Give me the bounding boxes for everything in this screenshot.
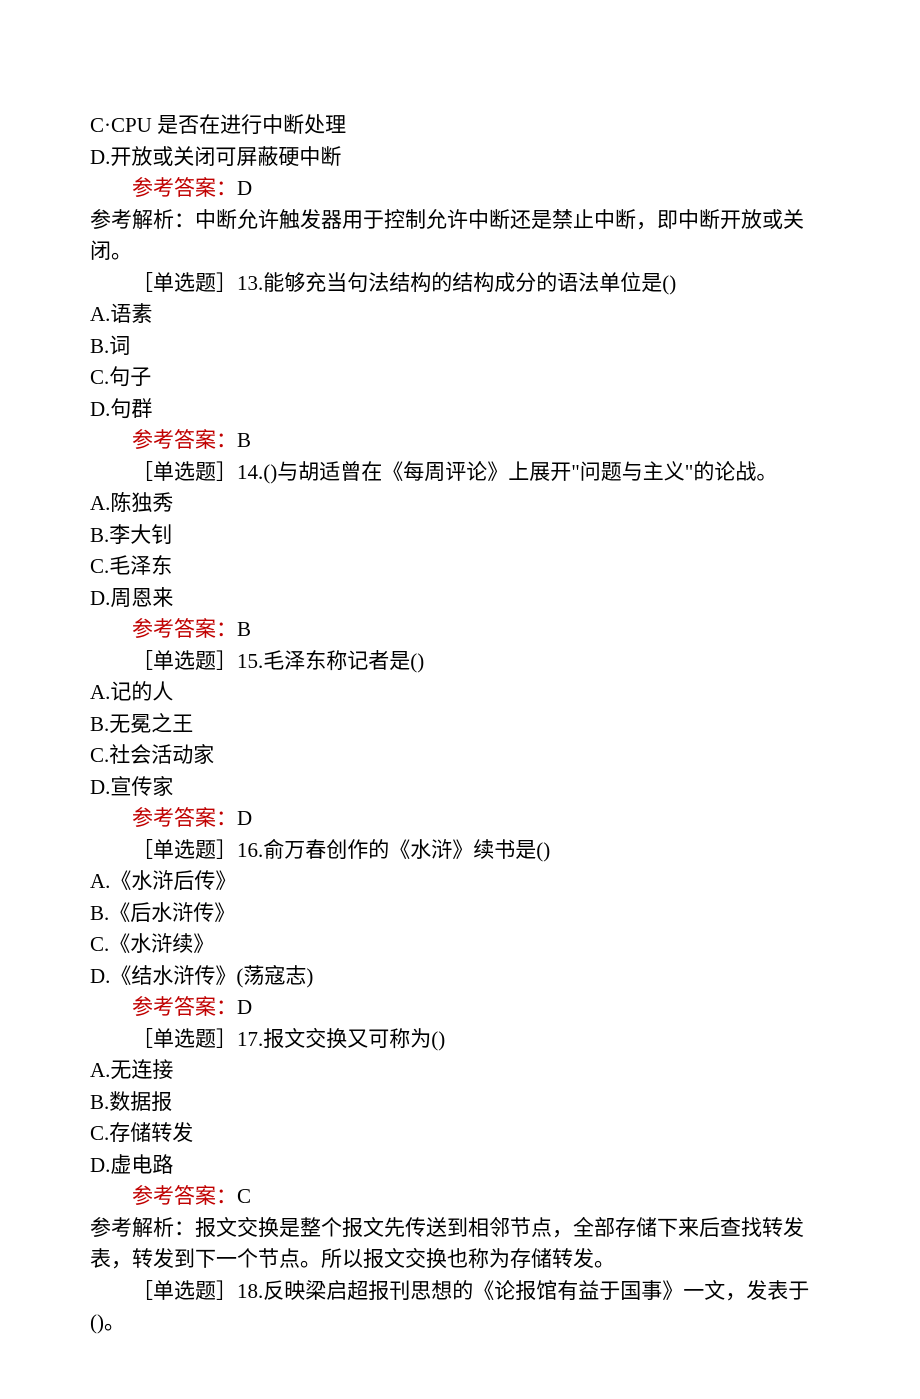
option-c: C.《水浒续》	[90, 929, 830, 961]
question-stem: ［单选题］16.俞万春创作的《水浒》续书是()	[90, 835, 830, 867]
answer-label: 参考答案：	[132, 428, 237, 452]
answer-label: 参考答案：	[132, 617, 237, 641]
answer-line: 参考答案：B	[90, 425, 830, 457]
option-d: D.宣传家	[90, 772, 830, 804]
option-a: A.陈独秀	[90, 488, 830, 520]
answer-label: 参考答案：	[132, 176, 237, 200]
option-b: B.数据报	[90, 1087, 830, 1119]
option-d: D.句群	[90, 394, 830, 426]
question-stem: ［单选题］15.毛泽东称记者是()	[90, 646, 830, 678]
option-b: B.词	[90, 331, 830, 363]
answer-label: 参考答案：	[132, 995, 237, 1019]
option-d: D.周恩来	[90, 583, 830, 615]
option-b: B.李大钊	[90, 520, 830, 552]
answer-line: 参考答案：D	[90, 992, 830, 1024]
answer-value: D	[237, 176, 252, 200]
answer-value: B	[237, 428, 251, 452]
option-d: D.虚电路	[90, 1150, 830, 1182]
answer-label: 参考答案：	[132, 1184, 237, 1208]
option-a: A.记的人	[90, 677, 830, 709]
option-c: C·CPU 是否在进行中断处理	[90, 110, 830, 142]
question-stem: ［单选题］14.()与胡适曾在《每周评论》上展开"问题与主义"的论战。	[90, 457, 830, 489]
option-a: A.语素	[90, 299, 830, 331]
answer-value: B	[237, 617, 251, 641]
explanation: 参考解析：报文交换是整个报文先传送到相邻节点，全部存储下来后查找转发表，转发到下…	[90, 1213, 830, 1276]
option-c: C.句子	[90, 362, 830, 394]
option-d: D.开放或关闭可屏蔽硬中断	[90, 142, 830, 174]
option-a: A.无连接	[90, 1055, 830, 1087]
option-d: D.《结水浒传》(荡寇志)	[90, 961, 830, 993]
option-c: C.存储转发	[90, 1118, 830, 1150]
answer-value: D	[237, 806, 252, 830]
question-stem: ［单选题］17.报文交换又可称为()	[90, 1024, 830, 1056]
option-c: C.毛泽东	[90, 551, 830, 583]
question-stem: ［单选题］18.反映梁启超报刊思想的《论报馆有益于国事》一文，发表于()。	[90, 1276, 830, 1339]
option-b: B.《后水浒传》	[90, 898, 830, 930]
option-a: A.《水浒后传》	[90, 866, 830, 898]
answer-value: C	[237, 1184, 251, 1208]
answer-line: 参考答案：C	[90, 1181, 830, 1213]
answer-label: 参考答案：	[132, 806, 237, 830]
explanation: 参考解析：中断允许触发器用于控制允许中断还是禁止中断，即中断开放或关闭。	[90, 205, 830, 268]
answer-value: D	[237, 995, 252, 1019]
question-stem: ［单选题］13.能够充当句法结构的结构成分的语法单位是()	[90, 268, 830, 300]
option-c: C.社会活动家	[90, 740, 830, 772]
answer-line: 参考答案：D	[90, 173, 830, 205]
answer-line: 参考答案：D	[90, 803, 830, 835]
answer-line: 参考答案：B	[90, 614, 830, 646]
option-b: B.无冕之王	[90, 709, 830, 741]
